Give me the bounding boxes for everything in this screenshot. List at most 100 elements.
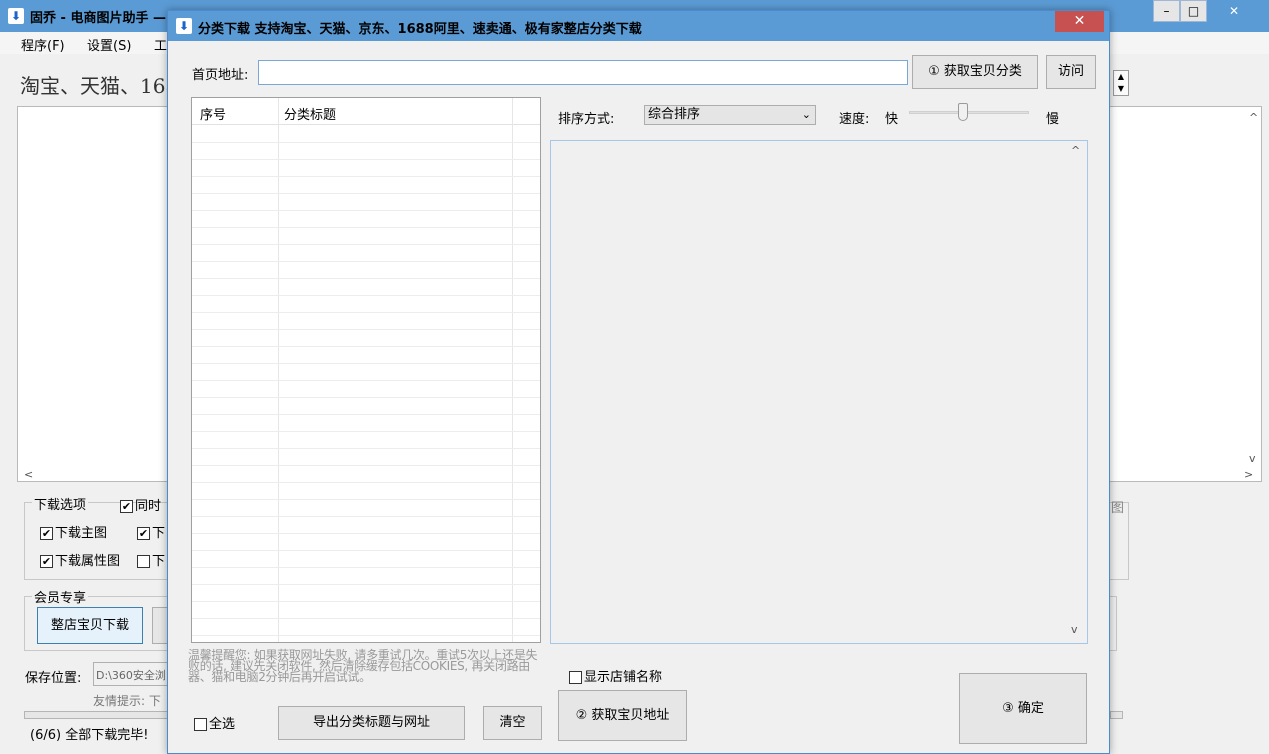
dialog-title-bar[interactable]: ⬇ 分类下载 支持淘宝、天猫、京东、1688阿里、速卖通、极有家整店分类下载 ✕ — [168, 11, 1109, 41]
sort-select[interactable]: 综合排序 ⌄ — [644, 105, 816, 125]
category-table-header: 序号 分类标题 — [192, 98, 540, 125]
table-row-line — [192, 584, 540, 585]
scroll-up-icon[interactable]: ^ — [1071, 144, 1080, 157]
get-item-address-button[interactable]: ② 获取宝贝地址 — [558, 690, 687, 741]
scroll-down-icon[interactable]: v — [1249, 452, 1256, 465]
spin-control[interactable]: ▲ ▼ — [1113, 70, 1129, 96]
warm-tip-text: 温馨提醒您: 如果获取网址失败, 请多重试几次。重试5次以上还是失败的话, 建议… — [188, 648, 538, 684]
column-divider — [278, 98, 279, 642]
checkbox-icon[interactable] — [194, 718, 207, 731]
close-button[interactable]: ✕ — [1207, 0, 1261, 22]
table-row-line — [192, 499, 540, 500]
dialog-app-icon: ⬇ — [176, 18, 192, 34]
table-row-line — [192, 244, 540, 245]
result-text-area[interactable]: ^ v — [550, 140, 1088, 644]
table-row-line — [192, 448, 540, 449]
checkbox-icon[interactable] — [137, 555, 150, 568]
scroll-up-icon[interactable]: ^ — [1249, 111, 1258, 124]
sort-select-value: 综合排序 — [648, 107, 701, 122]
option-right-fragment: 图 — [1111, 501, 1125, 516]
table-row-line — [192, 312, 540, 313]
option-label: 下载主图 — [55, 526, 108, 541]
select-all-label: 全选 — [209, 717, 236, 732]
whole-shop-download-button[interactable]: 整店宝贝下载 — [37, 607, 143, 644]
table-row-line — [192, 159, 540, 160]
option-label: 同时 — [135, 499, 162, 514]
table-row-line — [192, 482, 540, 483]
column-divider — [512, 98, 513, 642]
scroll-left-icon[interactable]: < — [24, 468, 33, 481]
table-row-line — [192, 567, 540, 568]
show-shop-name-label: 显示店铺名称 — [584, 670, 663, 685]
homepage-address-input[interactable] — [258, 60, 908, 85]
table-row-line — [192, 329, 540, 330]
select-all-checkbox[interactable]: 全选 — [194, 713, 235, 732]
option-label: 下载属性图 — [55, 554, 121, 569]
table-row-line — [192, 380, 540, 381]
menu-tools[interactable]: 工 — [154, 35, 167, 54]
table-row-line — [192, 431, 540, 432]
speed-slow-label: 慢 — [1046, 112, 1060, 127]
table-row-line — [192, 465, 540, 466]
table-row-line — [192, 414, 540, 415]
chevron-down-icon[interactable]: ⌄ — [802, 106, 811, 124]
menu-settings[interactable]: 设置(S) — [87, 35, 131, 54]
table-row-line — [192, 533, 540, 534]
speed-label: 速度: — [839, 112, 870, 127]
option-main-image[interactable]: ✔ 下载主图 — [40, 522, 107, 541]
homepage-address-label: 首页地址: — [192, 68, 249, 83]
show-shop-name-checkbox[interactable]: 显示店铺名称 — [569, 666, 662, 685]
column-header-index[interactable]: 序号 — [200, 104, 226, 123]
checkbox-icon[interactable] — [569, 671, 582, 684]
dialog-close-icon[interactable]: ✕ — [1055, 11, 1104, 32]
table-row-line — [192, 193, 540, 194]
speed-slider-thumb[interactable] — [958, 103, 968, 121]
progress-bar — [24, 711, 170, 719]
maximize-button[interactable]: □ — [1180, 0, 1207, 22]
export-titles-button[interactable]: 导出分类标题与网址 — [278, 706, 465, 740]
option-partial-2[interactable]: 下 — [137, 550, 165, 569]
minimize-button[interactable]: – — [1153, 0, 1180, 22]
app-icon: ⬇ — [8, 8, 24, 24]
table-row-line — [192, 601, 540, 602]
status-text: (6/6) 全部下载完毕! — [30, 728, 149, 743]
table-row-line — [192, 261, 540, 262]
option-simultaneous[interactable]: ✔ 同时 — [120, 495, 161, 514]
confirm-button[interactable]: ③ 确定 — [959, 673, 1087, 744]
table-row-line — [192, 176, 540, 177]
table-row-line — [192, 210, 540, 211]
table-row-line — [192, 295, 540, 296]
dialog-title: 分类下载 支持淘宝、天猫、京东、1688阿里、速卖通、极有家整店分类下载 — [198, 22, 642, 37]
table-row-line — [192, 142, 540, 143]
table-row-line — [192, 618, 540, 619]
option-partial-1[interactable]: ✔ 下 — [137, 522, 165, 541]
category-download-dialog: ⬇ 分类下载 支持淘宝、天猫、京东、1688阿里、速卖通、极有家整店分类下载 ✕… — [167, 10, 1110, 754]
column-header-title[interactable]: 分类标题 — [284, 104, 336, 123]
scroll-right-icon[interactable]: > — [1244, 468, 1253, 481]
option-label: 下 — [152, 554, 166, 569]
checkbox-icon[interactable]: ✔ — [40, 555, 53, 568]
get-category-button[interactable]: ① 获取宝贝分类 — [912, 55, 1038, 89]
checkbox-icon[interactable]: ✔ — [120, 500, 133, 513]
speed-fast-label: 快 — [885, 112, 899, 127]
visit-button[interactable]: 访问 — [1046, 55, 1096, 89]
main-banner-text: 淘宝、天猫、168 — [20, 74, 179, 98]
sort-label: 排序方式: — [558, 112, 615, 127]
clear-button[interactable]: 清空 — [483, 706, 542, 740]
checkbox-icon[interactable]: ✔ — [137, 527, 150, 540]
speed-slider-track[interactable] — [909, 111, 1029, 114]
table-row-line — [192, 516, 540, 517]
menu-program[interactable]: 程序(F) — [21, 35, 65, 54]
save-path-field[interactable]: D:\360安全浏 — [93, 662, 173, 686]
save-location-label: 保存位置: — [25, 671, 82, 686]
table-row-line — [192, 397, 540, 398]
table-row-line — [192, 346, 540, 347]
table-row-line — [192, 227, 540, 228]
scroll-down-icon[interactable]: v — [1071, 623, 1078, 636]
checkbox-icon[interactable]: ✔ — [40, 527, 53, 540]
category-table[interactable]: 序号 分类标题 — [191, 97, 541, 643]
table-row-line — [192, 363, 540, 364]
option-label: 下 — [152, 526, 166, 541]
option-attribute-image[interactable]: ✔ 下载属性图 — [40, 550, 120, 569]
progress-bar-end — [1110, 711, 1123, 719]
